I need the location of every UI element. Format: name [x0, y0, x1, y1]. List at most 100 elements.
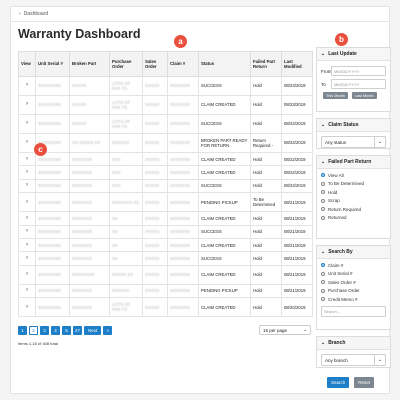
from-date-input[interactable]: MM/DD/YYYY	[331, 66, 386, 76]
col-view[interactable]: View	[18, 51, 36, 77]
this-month-button[interactable]: This Month	[323, 92, 348, 99]
chevron-right-icon[interactable]: ›	[18, 211, 36, 226]
radio-icon[interactable]	[321, 181, 325, 186]
radio-option[interactable]: Returned	[321, 215, 386, 220]
page-5[interactable]: 5	[62, 326, 71, 335]
radio-option[interactable]: Claim #	[321, 263, 386, 268]
chevron-right-icon[interactable]: ›	[18, 283, 36, 299]
radio-option[interactable]: Unit Serial #	[321, 271, 386, 276]
panel-header[interactable]: ⌄ Failed Part Return	[317, 156, 390, 169]
chevron-right-icon[interactable]: ›	[18, 133, 36, 153]
cell-failed-return: To Be Determined	[250, 192, 282, 213]
search-input[interactable]: Search...	[321, 305, 386, 317]
cell-purchase-order: XXXXXX	[109, 283, 143, 299]
col-claim[interactable]: Claim #	[167, 51, 199, 77]
chevron-right-icon[interactable]: ›	[18, 297, 36, 318]
radio-icon[interactable]	[321, 173, 325, 177]
radio-option[interactable]: Purchase Order	[321, 288, 386, 293]
last-month-button[interactable]: Last Month	[351, 92, 377, 99]
radio-icon[interactable]	[321, 198, 325, 203]
table-row[interactable]: › XXXXXXXX XXXXX LOTS OF PAR TS XXXXX XXXXXXX…	[18, 95, 313, 115]
table-row[interactable]: › XXXXXXXX XXXXX LOTS OF PAR TS XXXXX XXXXXXX…	[18, 76, 313, 96]
chevron-right-icon[interactable]: ›	[18, 237, 36, 253]
table-row[interactable]: › XXXXXXXX XXXXXXX XX XXXXX XXXXXXX SUCCESS Hol…	[18, 251, 313, 266]
chevron-right-icon[interactable]: ›	[18, 151, 36, 167]
claim-status-select[interactable]: Any status ⌄	[321, 136, 386, 148]
table-row[interactable]: › XXXXXXXX XXXXXXX XX XXXXX XXXXXXX SUCCESS Hol…	[18, 224, 313, 239]
branch-select[interactable]: Any branch ⌄	[321, 354, 386, 366]
col-sales-order[interactable]: Sales Order	[142, 51, 168, 77]
table-row[interactable]: › XXXXXXXX XXXXXXX XXX XXXXX XXXXXXX CLAIM CRE…	[18, 151, 313, 167]
radio-option[interactable]: Credit Memo #	[321, 297, 386, 302]
chevron-right-icon[interactable]: ›	[18, 224, 36, 239]
cell-failed-return: Hold	[250, 165, 282, 180]
panel-header[interactable]: ⌄ Branch	[317, 337, 390, 350]
radio-icon[interactable]	[321, 215, 325, 220]
page-2[interactable]: 2	[29, 326, 38, 335]
radio-icon[interactable]	[321, 297, 325, 301]
cell-purchase-order: XXXXX XX	[109, 264, 143, 285]
breadcrumb-dashboard[interactable]: Dashboard	[24, 11, 48, 17]
radio-icon[interactable]	[321, 271, 325, 276]
per-page-select[interactable]: 15 per page ⌄	[259, 325, 311, 335]
radio-icon[interactable]	[321, 190, 325, 194]
to-date-input[interactable]: MM/DD/YYYY	[331, 79, 386, 89]
radio-option[interactable]: To Be Determined	[321, 181, 386, 186]
warranty-table: View Unit Serial # Broken Part Purchase …	[18, 51, 313, 318]
panel-header[interactable]: ⌄ Search By	[317, 246, 390, 259]
radio-option[interactable]: Return Required	[321, 207, 386, 212]
table-row[interactable]: › XXXXXXXX XXXXXXX XX XXXXX XXXXXXX CLAIM CREA…	[18, 237, 313, 253]
page-title: Warranty Dashboard	[18, 27, 141, 41]
table-row[interactable]: › XXXXXXXX XXXXXXX LOTS OF PAR TS XXXXX XXXXX…	[18, 297, 313, 318]
page-27[interactable]: 27	[73, 326, 83, 335]
col-failed-return[interactable]: Failed Part Return	[250, 51, 282, 77]
chevron-right-icon[interactable]: ›	[18, 264, 36, 285]
page-3[interactable]: 3	[40, 326, 49, 335]
cell-sales-order: XXXXX	[142, 264, 168, 285]
table-row[interactable]: › XXXXXXXX XXXXX LOTS OF PAR TS XXXXX XXXXXXX…	[18, 114, 313, 134]
chevron-right-icon[interactable]: ›	[18, 95, 36, 115]
breadcrumb[interactable]: ‹ Dashboard	[19, 11, 48, 17]
table-row[interactable]: › XXXXXXXX XXXXXXX XXXXXXX XX XXXXX XXXXXXX PE…	[18, 192, 313, 213]
panel-header[interactable]: ⌄ Last Update	[317, 48, 390, 61]
table-row[interactable]: › XXXXXXXX XXXXXXXX XXXXX XX XXXXX XXXXXXX CLA…	[18, 264, 313, 285]
col-serial[interactable]: Unit Serial #	[35, 51, 70, 77]
radio-icon[interactable]	[321, 288, 325, 293]
table-row[interactable]: › XXXXXXXX XX-XXXXX XX XXXXXX XXXXX XXXXXXX BR…	[18, 133, 313, 153]
next-page-button[interactable]: Next	[84, 326, 102, 335]
cell-claim: XXXXXXX	[167, 211, 199, 226]
radio-icon[interactable]	[321, 263, 325, 267]
panel-header[interactable]: ⌄ Claim Status	[317, 119, 390, 132]
radio-option[interactable]: Hold	[321, 190, 386, 195]
chevron-right-icon[interactable]: ›	[18, 165, 36, 180]
radio-option[interactable]: View All	[321, 173, 386, 178]
radio-option[interactable]: Scrap	[321, 198, 386, 203]
radio-option[interactable]: Sales Order #	[321, 280, 386, 285]
last-page-button[interactable]: »	[103, 326, 113, 335]
reset-button[interactable]: Reset	[354, 377, 375, 388]
page-4[interactable]: 4	[51, 326, 60, 335]
col-purchase-order[interactable]: Purchase Order	[109, 51, 143, 77]
cell-serial: XXXXXXXX	[35, 76, 70, 96]
cell-broken-part: XXXXXXX	[69, 283, 110, 299]
annotation-marker-b: b	[335, 33, 348, 46]
radio-icon[interactable]	[321, 280, 325, 284]
chevron-right-icon[interactable]: ›	[18, 114, 36, 134]
col-broken-part[interactable]: Broken Part	[69, 51, 110, 77]
search-button[interactable]: Search	[327, 377, 350, 388]
col-status[interactable]: Status	[198, 51, 251, 77]
chevron-right-icon[interactable]: ›	[18, 251, 36, 266]
chevron-right-icon[interactable]: ›	[18, 76, 36, 96]
col-last-modified[interactable]: Last Modified	[281, 51, 313, 77]
chevron-right-icon[interactable]: ›	[18, 178, 36, 194]
radio-label: Claim #	[328, 262, 344, 268]
cell-failed-return: Hold	[250, 211, 282, 226]
radio-icon[interactable]	[321, 207, 325, 211]
table-row[interactable]: › XXXXXXXX XXXXXXX XX XXXXX XXXXXXX CLAIM CREA…	[18, 211, 313, 226]
table-row[interactable]: › XXXXXXXX XXXXXXX XXXXXX XXXXX XXXXXXX PENDIN…	[18, 283, 313, 299]
table-row[interactable]: › XXXXXXXX XXXXXXX XXX XXXXX XXXXXXX SUCCESS Ho…	[18, 178, 313, 194]
page-1[interactable]: 1	[18, 326, 27, 335]
table-row[interactable]: › XXXXXXXX XXXXXXX XXX XXXXX XXXXXXX CLAIM CRE…	[18, 165, 313, 180]
cell-failed-return: Hold	[250, 264, 282, 285]
chevron-right-icon[interactable]: ›	[18, 192, 36, 213]
